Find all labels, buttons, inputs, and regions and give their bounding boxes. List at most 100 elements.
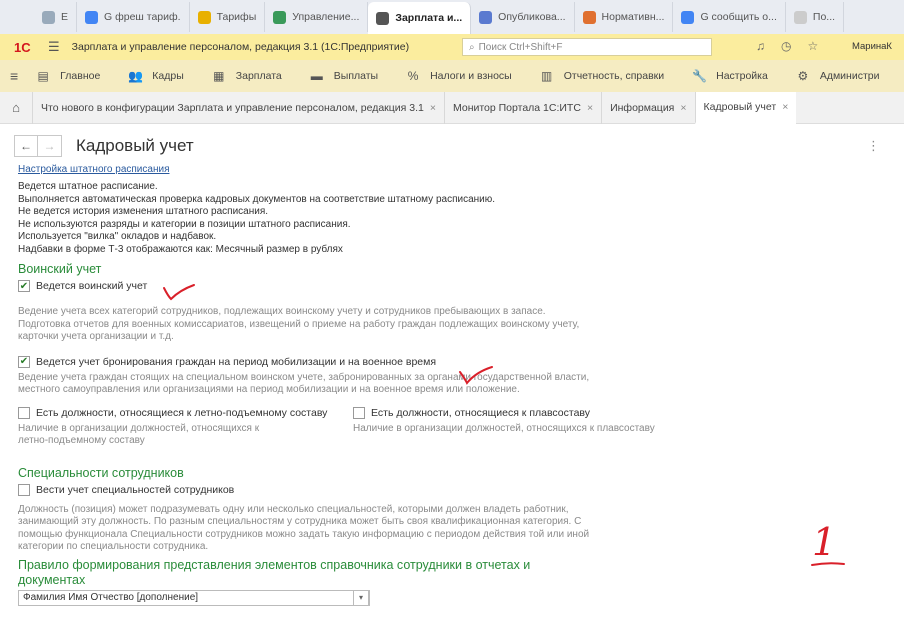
- staffing-info-line: Используется "вилка" окладов и надбавок.: [18, 231, 217, 242]
- browser-tab[interactable]: Зарплата и...: [368, 2, 472, 34]
- app-icon: [376, 11, 390, 25]
- user-name[interactable]: МаринаК: [852, 41, 892, 52]
- browser-tab-label: Зарплата и...: [395, 12, 463, 24]
- history-icon[interactable]: ◷: [781, 39, 791, 53]
- sections-panel: ≡ ▤ Главное 👥 Кадры ▦ Зарплата ▬ Выплаты% Налоги…: [0, 60, 904, 92]
- main-menu-icon[interactable]: ☰: [48, 39, 60, 55]
- people-icon: 👥: [128, 69, 144, 83]
- section-item[interactable]: % Налоги и взносы: [406, 69, 512, 83]
- browser-tab[interactable]: G сообщить о...: [673, 2, 786, 32]
- section-item[interactable]: ⚙ Администри: [796, 69, 879, 83]
- military-accounting-checkbox[interactable]: ✔: [18, 280, 30, 292]
- list-icon: ▤: [37, 69, 49, 83]
- star-icon[interactable]: ☆: [807, 39, 818, 53]
- staffing-settings-link[interactable]: Настройка штатного расписания: [18, 164, 878, 175]
- open-window-tab[interactable]: Что нового в конфигурации Зарплата и упр…: [32, 91, 444, 124]
- specialties-checkbox-row[interactable]: Вести учет специальностей сотрудников: [18, 483, 878, 496]
- hint-line: Ведение учета граждан стоящих на специал…: [18, 371, 590, 383]
- section-item[interactable]: ▬ Выплаты: [310, 69, 378, 83]
- logo-1c: 1С: [14, 39, 31, 55]
- title-icons: ♫ ◷ ☆: [756, 39, 818, 53]
- sc-icon: [273, 10, 287, 24]
- open-windows-list: Что нового в конфигурации Зарплата и упр…: [32, 91, 797, 124]
- browser-tab-bar: E G фреш тариф. Тарифы Управление... Зарплат…: [0, 0, 904, 34]
- browser-tab-label: E: [61, 11, 69, 23]
- browser-tab[interactable]: Управление...: [265, 2, 369, 32]
- back-button[interactable]: ←: [14, 135, 38, 157]
- hint-line: занимающий эту должность. По разным спец…: [18, 516, 582, 527]
- representation-select[interactable]: Фамилия Имя Отчество [дополнение] ▾: [18, 589, 370, 606]
- gear-icon: ⚙: [797, 69, 809, 83]
- globe-icon: [479, 10, 493, 24]
- open-window-tab[interactable]: Монитор Портала 1С:ИТС ×: [443, 91, 601, 124]
- bookmark-icon: [197, 10, 211, 24]
- browser-tab[interactable]: G фреш тариф.: [77, 2, 190, 32]
- browser-tab-list: E G фреш тариф. Тарифы Управление... Зарплат…: [34, 0, 845, 34]
- more-actions-icon[interactable]: ⋮: [867, 138, 880, 154]
- section-label: Налоги и взносы: [430, 70, 512, 82]
- reservation-hint: Ведение учета граждан стоящих на специал…: [18, 372, 878, 397]
- reservation-checkbox-row[interactable]: ✔ Ведется учет бронирования граждан на п…: [18, 355, 878, 368]
- global-search-input[interactable]: ⌕ Поиск Ctrl+Shift+F: [462, 38, 712, 56]
- military-accounting-label: Ведется воинский учет: [36, 280, 148, 292]
- hint-line: летно-подъемному составу: [18, 435, 145, 446]
- page-icon: [793, 10, 807, 24]
- browser-tab-label: По...: [812, 11, 836, 23]
- close-icon[interactable]: ×: [587, 102, 593, 114]
- sections-menu-icon[interactable]: ≡: [10, 68, 18, 84]
- section-item[interactable]: ▥ Отчетность, справки: [540, 69, 664, 83]
- staffing-info-line: Надбавки в форме Т-3 отображаются как: М…: [18, 243, 343, 255]
- flight-crew-checkbox[interactable]: [18, 406, 30, 419]
- open-window-tab[interactable]: Информация ×: [601, 91, 694, 124]
- staffing-info: Ведется штатное расписание. Выполняется а…: [18, 181, 878, 256]
- open-window-label: Что нового в конфигурации Зарплата и упр…: [41, 101, 424, 114]
- section-item[interactable]: ▤ Главное: [36, 69, 101, 83]
- google-icon: [85, 10, 99, 24]
- close-icon[interactable]: ×: [430, 102, 436, 114]
- specialties-checkbox[interactable]: [18, 483, 30, 496]
- representation-select-value: Фамилия Имя Отчество [дополнение]: [23, 592, 199, 603]
- forward-button[interactable]: →: [38, 135, 62, 157]
- section-item[interactable]: 👥 Кадры: [128, 69, 183, 83]
- section-item[interactable]: ▦ Зарплата: [212, 69, 282, 83]
- cash-icon: ▬: [310, 69, 323, 83]
- close-icon[interactable]: ×: [782, 101, 788, 113]
- military-accounting-hint: Ведение учета всех категорий сотрудников…: [18, 306, 878, 344]
- close-icon[interactable]: ×: [680, 102, 686, 114]
- form-header: ← → Кадровый учет ⋮: [14, 134, 894, 158]
- hint-line: Наличие в организации должностей, относя…: [18, 422, 260, 434]
- open-window-tab[interactable]: Кадровый учет ×: [694, 91, 797, 124]
- section-label: Кадры: [152, 70, 184, 82]
- browser-tab[interactable]: Опубликова...: [471, 2, 575, 32]
- flight-crew-checkbox-row[interactable]: Есть должности, относящиеся к летно-подъ…: [18, 406, 348, 419]
- flight-crew-hint: Наличие в организации должностей, относя…: [18, 423, 348, 448]
- browser-tab[interactable]: По...: [786, 2, 845, 32]
- open-window-label: Информация: [610, 101, 675, 114]
- sea-crew-checkbox[interactable]: [353, 406, 365, 419]
- staffing-info-line: Не используются разряды и категории в по…: [18, 218, 351, 230]
- arrow-right-icon: →: [43, 139, 56, 153]
- open-windows-bar: ⌂ Что нового в конфигурации Зарплата и у…: [0, 91, 904, 124]
- home-icon[interactable]: ⌂: [0, 100, 32, 115]
- specialties-section-title: Специальности сотрудников: [18, 465, 184, 480]
- browser-tab[interactable]: E: [34, 2, 78, 32]
- browser-tab[interactable]: Тарифы: [190, 2, 266, 32]
- representation-title-line-1: Правило формирования представления элеме…: [18, 557, 531, 572]
- open-window-label: Кадровый учет: [703, 100, 777, 113]
- sea-crew-checkbox-row[interactable]: Есть должности, относящиеся к плавсостав…: [353, 406, 683, 419]
- percent-icon: %: [407, 69, 419, 83]
- reservation-checkbox[interactable]: ✔: [18, 355, 30, 368]
- military-accounting-checkbox-row[interactable]: ✔ Ведется воинский учет: [18, 280, 878, 292]
- flight-crew-label: Есть должности, относящиеся к летно-подъ…: [36, 406, 328, 419]
- browser-tab[interactable]: Нормативн...: [575, 2, 674, 32]
- arrow-left-icon: ←: [20, 139, 32, 153]
- bell-icon[interactable]: ♫: [756, 39, 765, 53]
- section-item[interactable]: 🔧 Настройка: [692, 69, 768, 83]
- calculator-icon: ▦: [213, 69, 225, 83]
- wrench-icon: 🔧: [692, 69, 708, 83]
- hint-line: местного самоуправления или организациям…: [18, 384, 520, 395]
- section-label: Отчетность, справки: [563, 70, 665, 82]
- sections-list: ▤ Главное 👥 Кадры ▦ Зарплата ▬ Выплаты% Налоги и…: [36, 69, 904, 83]
- section-label: Зарплата: [235, 70, 282, 82]
- chevron-down-icon[interactable]: ▾: [353, 589, 369, 606]
